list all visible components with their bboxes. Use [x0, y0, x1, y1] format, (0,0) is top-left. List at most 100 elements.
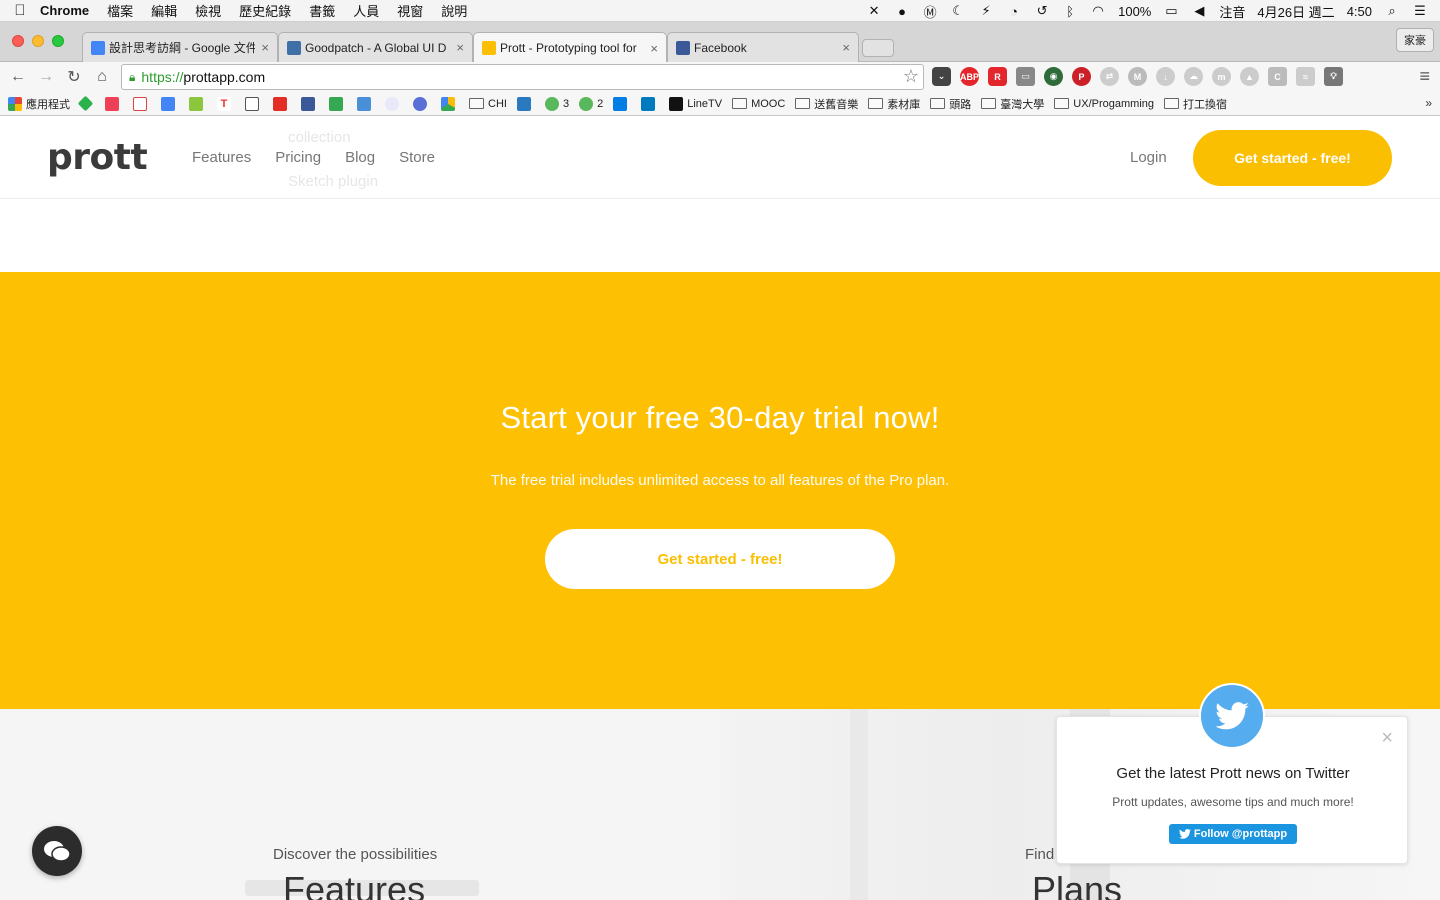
bookmark-folder-workaway[interactable]: 打工換宿: [1164, 96, 1227, 112]
menu-view[interactable]: 檢視: [195, 1, 221, 20]
volume-icon[interactable]: ◀: [1191, 3, 1207, 19]
battery-icon[interactable]: ▭: [1163, 3, 1179, 19]
time-machine-icon[interactable]: ↺: [1034, 3, 1050, 19]
bookmark-trello[interactable]: [641, 96, 659, 111]
bluetooth-icon[interactable]: ᛒ: [1062, 4, 1078, 19]
line-app-icon[interactable]: ●: [894, 4, 910, 19]
menu-edit[interactable]: 編輯: [151, 1, 177, 20]
m-app-icon[interactable]: Ⓜ: [922, 2, 938, 21]
new-tab-button[interactable]: [862, 39, 894, 57]
menu-people[interactable]: 人員: [353, 1, 379, 20]
grey-extension-icon-1[interactable]: ⇄: [1100, 67, 1119, 86]
menu-window[interactable]: 視窗: [397, 1, 423, 20]
menubar-date[interactable]: 4月26日 週二: [1257, 2, 1334, 21]
nav-features[interactable]: Features: [192, 149, 251, 166]
grey-extension-icon-5[interactable]: m: [1212, 67, 1231, 86]
grey-extension-icon-7[interactable]: C: [1268, 67, 1287, 86]
bookmark-inbox[interactable]: [161, 96, 179, 111]
zoom-window-button[interactable]: [52, 35, 64, 47]
tab-close-icon[interactable]: ×: [261, 40, 269, 55]
bookmark-feedly[interactable]: [77, 95, 95, 112]
minimize-window-button[interactable]: [32, 35, 44, 47]
tab-goodpatch[interactable]: Goodpatch - A Global UI D ×: [278, 32, 473, 62]
rss-extension-icon[interactable]: ≈: [1296, 67, 1315, 86]
tab-close-icon[interactable]: ×: [842, 40, 850, 55]
nav-pricing[interactable]: Pricing: [275, 149, 321, 166]
pinterest-icon[interactable]: P: [1072, 67, 1091, 86]
menu-bookmarks[interactable]: 書籤: [309, 1, 335, 20]
close-icon[interactable]: ×: [1381, 727, 1393, 750]
grey-extension-icon-3[interactable]: ↓: [1156, 67, 1175, 86]
cast-icon[interactable]: ▭: [1016, 67, 1035, 86]
lightning-icon[interactable]: ⚡: [978, 3, 994, 19]
bookmark-2[interactable]: 2: [579, 96, 603, 111]
bookmark-facebook[interactable]: [301, 96, 319, 111]
bookmark-gmail[interactable]: [133, 96, 151, 111]
speedometer-icon[interactable]: ◔: [1006, 4, 1022, 19]
address-bar[interactable]: 🔒︎ https:// prottapp.com ☆: [121, 64, 924, 90]
bookmark-folder-music[interactable]: 送舊音樂: [795, 96, 858, 112]
bookmark-apps[interactable]: 應用程式: [8, 96, 70, 112]
bookmark-pocket[interactable]: [105, 96, 123, 111]
tab-facebook[interactable]: Facebook ×: [667, 32, 859, 62]
lock-icon[interactable]: 🔒︎: [129, 70, 135, 85]
home-icon[interactable]: ⌂: [88, 68, 116, 86]
grey-extension-icon-2[interactable]: M: [1128, 67, 1147, 86]
back-arrow-icon[interactable]: ←: [4, 68, 32, 86]
close-window-button[interactable]: [12, 35, 24, 47]
color-picker-icon[interactable]: ◉: [1044, 67, 1063, 86]
bookmark-green-square[interactable]: [189, 96, 207, 111]
header-get-started-button[interactable]: Get started - free!: [1193, 130, 1392, 186]
tab-google-docs[interactable]: 設計思考訪綱 - Google 文件 ×: [82, 32, 278, 62]
bookmark-folder-ux[interactable]: UX/Progamming: [1054, 98, 1154, 110]
bookmark-maps[interactable]: [329, 96, 347, 111]
nav-blog[interactable]: Blog: [345, 149, 375, 166]
bookmark-folder-jobs[interactable]: 頭路: [930, 96, 971, 112]
grey-extension-icon-4[interactable]: ☁: [1184, 67, 1203, 86]
chat-launcher-button[interactable]: [32, 826, 82, 876]
input-method[interactable]: 注音: [1219, 2, 1245, 21]
nav-store[interactable]: Store: [399, 149, 435, 166]
login-link[interactable]: Login: [1130, 149, 1167, 166]
notification-center-icon[interactable]: ☰: [1412, 3, 1428, 19]
menu-file[interactable]: 檔案: [107, 1, 133, 20]
profile-button[interactable]: 家豪: [1396, 28, 1434, 52]
tab-close-icon[interactable]: ×: [456, 40, 464, 55]
r-extension-icon[interactable]: R: [988, 67, 1007, 86]
bookmark-star-icon[interactable]: ☆: [903, 66, 919, 87]
bookmark-blue-square[interactable]: [516, 96, 535, 111]
bookmark-t[interactable]: T: [217, 96, 235, 111]
lightbulb-extension-icon[interactable]: 💡︎: [1324, 67, 1343, 86]
bookmark-3[interactable]: 3: [544, 96, 569, 111]
menubar-time[interactable]: 4:50: [1347, 4, 1372, 19]
bookmark-folder-chi[interactable]: CHI: [469, 98, 507, 110]
chrome-menu-icon[interactable]: ≡: [1419, 66, 1430, 87]
bookmark-linetv[interactable]: LineTV: [669, 96, 722, 111]
bookmark-youtube[interactable]: [273, 96, 291, 111]
bookmark-calendar[interactable]: [357, 96, 375, 111]
trial-get-started-button[interactable]: Get started - free!: [545, 529, 895, 589]
bookmark-eye[interactable]: [385, 96, 403, 111]
forward-arrow-icon[interactable]: →: [32, 68, 60, 86]
bookmark-g[interactable]: [245, 96, 263, 111]
x-app-icon[interactable]: ✕: [866, 3, 882, 19]
menu-help[interactable]: 說明: [441, 1, 467, 20]
adblock-plus-icon[interactable]: ABP: [960, 67, 979, 86]
bookmark-folder-mooc[interactable]: MOOC: [732, 98, 785, 110]
apple-icon[interactable]: : [0, 2, 40, 19]
bookmark-drive[interactable]: [441, 96, 459, 111]
prott-logo[interactable]: prott: [47, 137, 148, 178]
bookmark-dropbox[interactable]: [613, 96, 631, 111]
menu-history[interactable]: 歷史紀錄: [239, 1, 291, 20]
spotlight-search-icon[interactable]: ⌕: [1384, 3, 1400, 19]
tab-prott[interactable]: Prott - Prototyping tool for ×: [473, 32, 667, 63]
menu-app-name[interactable]: Chrome: [40, 3, 89, 18]
twitter-follow-button[interactable]: Follow @prottapp: [1169, 824, 1297, 844]
bookmark-folder-assets[interactable]: 素材庫: [868, 96, 920, 112]
tab-close-icon[interactable]: ×: [650, 41, 658, 56]
bookmark-folder-ntu[interactable]: 臺灣大學: [981, 96, 1044, 112]
crescent-icon[interactable]: ☾: [950, 3, 966, 19]
bookmark-globe[interactable]: [413, 96, 431, 111]
wifi-icon[interactable]: ◠: [1090, 3, 1106, 19]
pocket-extension-icon[interactable]: ⌄: [932, 67, 951, 86]
